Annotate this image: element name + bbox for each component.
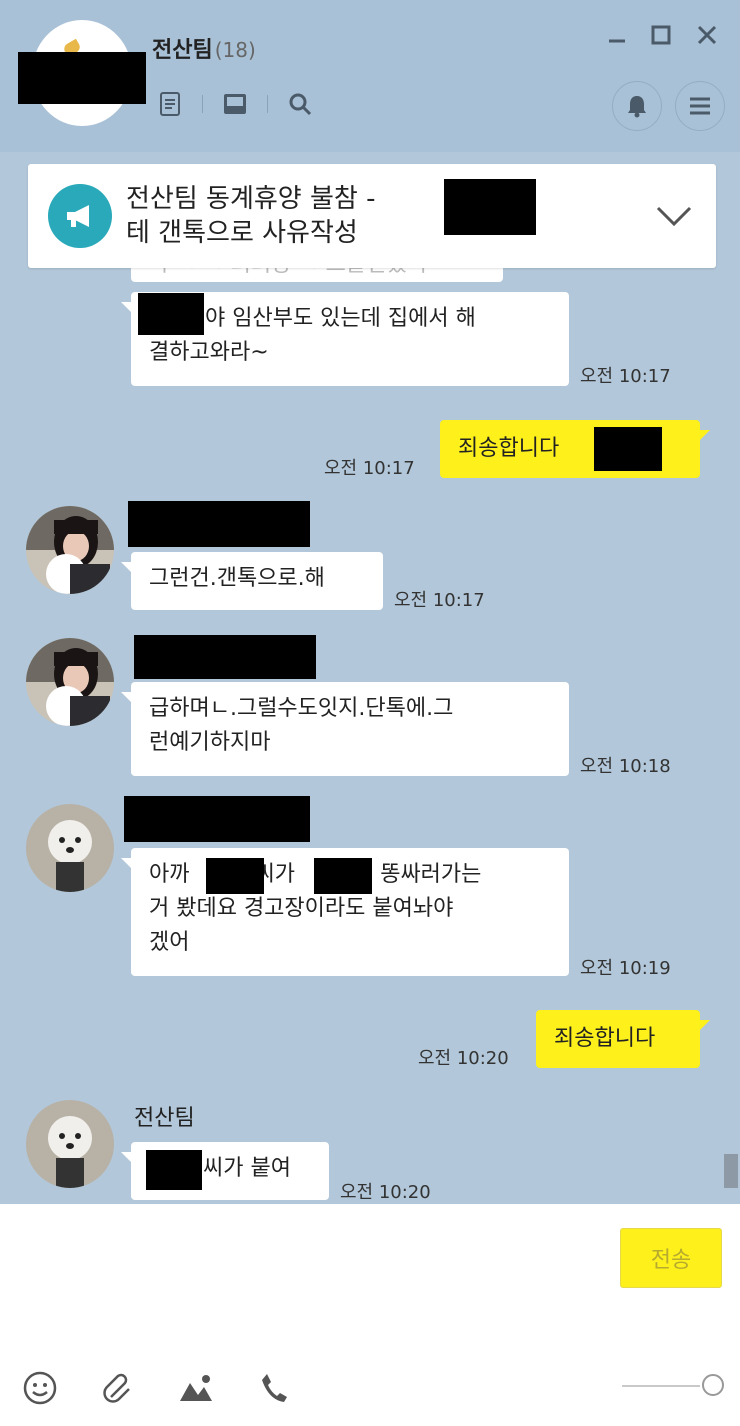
sender-avatar[interactable] xyxy=(26,1100,114,1188)
message-input-area: 전송 xyxy=(0,1204,740,1426)
megaphone-icon xyxy=(48,184,112,248)
message-bubble[interactable]: 급하며ㄴ.그럴수도잇지.단톡에.그런예기하지마 xyxy=(121,682,569,776)
message-text: 씨가 붙여 xyxy=(203,1156,291,1181)
message-text: 그런건.갠톡으로.해 xyxy=(149,566,325,591)
notice-text: 전산팀 동계휴양 불참 - 씨한 테 갠톡으로 사유작성 xyxy=(126,182,626,250)
message-text-line: 런예기하지마 xyxy=(149,730,271,755)
chatroom-title-text: 전산팀 xyxy=(152,38,213,63)
attachment-icon[interactable] xyxy=(100,1370,136,1406)
toolbar-divider xyxy=(267,95,268,113)
message-text-line: 겠어 xyxy=(149,930,190,955)
redacted-block xyxy=(444,179,536,235)
message-text: 아까 xyxy=(149,862,197,887)
message-text: 야 임산부도 있는데 집에서 해 xyxy=(205,306,476,331)
member-count: (18) xyxy=(214,38,256,62)
message-bubble[interactable]: 그런건.갠톡으로.해 xyxy=(121,552,383,610)
close-icon[interactable] xyxy=(694,22,720,48)
menu-button[interactable] xyxy=(675,81,725,131)
message-input[interactable] xyxy=(16,1216,606,1346)
notice-line-1: 전산팀 동계휴양 불참 - 씨한 xyxy=(126,182,626,216)
scrollbar-thumb[interactable] xyxy=(724,1154,738,1188)
message-text-line: 거 봤데요 경고장이라도 붙여놔야 xyxy=(149,896,454,921)
header-toolbar xyxy=(156,90,314,118)
message-time: 오전 10:20 xyxy=(418,1048,509,1069)
message-text-line: 결하고와라~ xyxy=(149,340,269,365)
message-time: 오전 10:19 xyxy=(580,958,671,979)
redacted-block xyxy=(146,1150,202,1190)
chatroom-title: 전산팀 (18) xyxy=(152,32,256,64)
message-text: 죄송합니다 xyxy=(554,1026,656,1051)
image-icon[interactable] xyxy=(178,1370,214,1406)
toolbar-divider xyxy=(202,95,203,113)
bell-button[interactable] xyxy=(612,81,662,131)
message-time: 오전 10:17 xyxy=(394,590,485,611)
my-message-bubble[interactable]: 죄송합니다 xyxy=(536,1010,710,1068)
sender-avatar[interactable] xyxy=(26,506,114,594)
drawer-icon[interactable] xyxy=(221,90,249,118)
chevron-down-icon[interactable] xyxy=(654,200,694,230)
message-time: 오전 10:17 xyxy=(324,458,415,479)
redacted-block xyxy=(594,427,662,471)
bell-icon xyxy=(628,96,646,118)
sender-avatar[interactable] xyxy=(26,804,114,892)
maximize-icon[interactable] xyxy=(648,22,674,48)
message-text-line: 급하며ㄴ.그럴수도잇지.단톡에.그 xyxy=(149,696,454,721)
message-time: 오전 10:20 xyxy=(340,1182,431,1203)
send-button[interactable]: 전송 xyxy=(620,1228,722,1288)
message-text: 씨 똥싸러가는 xyxy=(352,862,482,887)
notice-line-2: 테 갠톡으로 사유작성 xyxy=(126,218,358,248)
message-text: 죄송합니다 xyxy=(458,436,567,461)
sender-avatar[interactable] xyxy=(26,638,114,726)
sender-name: 전산팀 xyxy=(134,1106,195,1131)
minimize-icon[interactable] xyxy=(604,22,630,48)
redacted-name xyxy=(134,635,316,679)
chat-header: 전산팀 (18) xyxy=(0,0,740,152)
redacted-block xyxy=(206,858,264,894)
search-icon[interactable] xyxy=(286,90,314,118)
redacted-block xyxy=(314,858,372,894)
phone-icon[interactable] xyxy=(256,1370,292,1406)
notice-banner[interactable]: 전산팀 동계휴양 불참 - 씨한 테 갠톡으로 사유작성 xyxy=(28,164,716,268)
redacted-name xyxy=(124,796,310,842)
emoticon-icon[interactable] xyxy=(22,1370,58,1406)
slider-track xyxy=(622,1385,700,1387)
message-list[interactable]: 다 ㅋ ㅋ 되되당 ㅋ 크끝번했어 야 임산부도 있는데 집에서 해결하고와라~… xyxy=(0,152,740,1204)
notice-text-part: 전산팀 동계휴양 불참 - xyxy=(126,184,384,214)
message-time: 오전 10:18 xyxy=(580,756,671,777)
notes-icon[interactable] xyxy=(156,90,184,118)
redacted-name xyxy=(128,501,310,547)
message-time: 오전 10:17 xyxy=(580,366,671,387)
redacted-block xyxy=(18,52,146,104)
redacted-block xyxy=(138,293,204,335)
menu-icon xyxy=(690,97,710,115)
opacity-slider[interactable] xyxy=(702,1374,724,1396)
